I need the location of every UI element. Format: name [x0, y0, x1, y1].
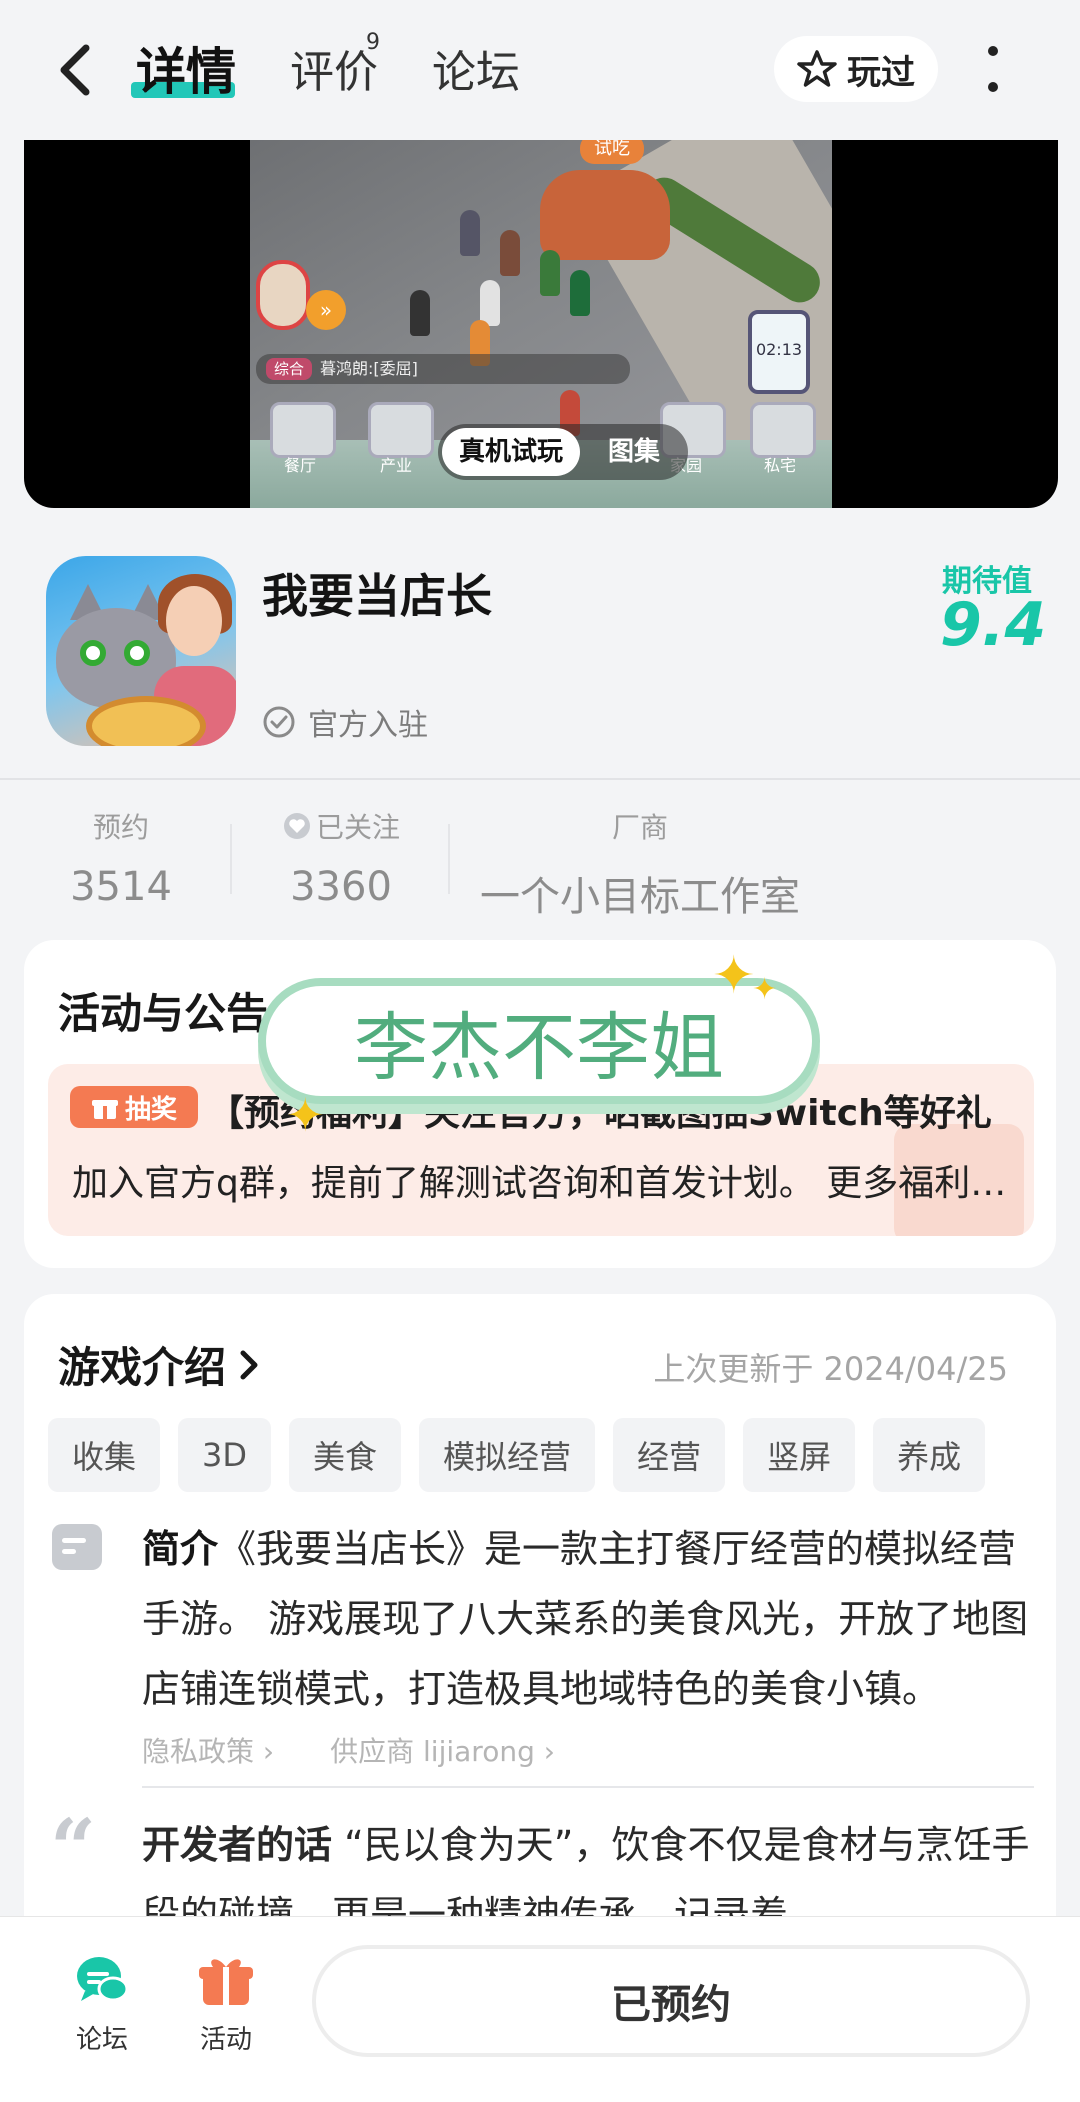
activity-button[interactable]: 活动	[186, 1953, 266, 2056]
tag[interactable]: 养成	[873, 1418, 986, 1492]
sparkle-icon: ✦	[286, 1088, 325, 1142]
intro-links: 隐私政策 › 供应商 lijiarong ›	[142, 1730, 555, 1770]
reviews-count-badge: 9	[366, 30, 380, 55]
tab-gallery[interactable]: 图集	[594, 428, 674, 476]
divider	[142, 1786, 1034, 1788]
intro-summary[interactable]: 简介《我要当店长》是一款主打餐厅经营的模拟经营手游。 游戏展现了八大菜系的美食风…	[142, 1514, 1032, 1724]
official-badge: 官方入驻	[262, 700, 428, 744]
gift-icon	[91, 1100, 118, 1119]
sparkle-icon: ✦	[712, 946, 756, 1006]
chevron-right-icon	[240, 1350, 258, 1379]
tab-live-demo[interactable]: 真机试玩	[442, 428, 580, 476]
dot-icon	[988, 82, 998, 92]
game-app-icon	[46, 556, 236, 746]
tab-forum[interactable]: 论坛	[432, 36, 520, 100]
forum-button[interactable]: 论坛	[62, 1953, 142, 2056]
star-icon	[797, 50, 837, 87]
check-circle-icon	[263, 706, 295, 738]
tab-details[interactable]: 详情	[136, 32, 236, 104]
phone-clock: 02:13	[748, 310, 810, 394]
lottery-tag: 抽奖	[70, 1086, 198, 1128]
media-viewer[interactable]: 试吃 » 综合 暮鸿朗:[委屈] 02:13 餐厅 产业 家园 私宅 真机试玩 图…	[24, 140, 1058, 508]
tab-reviews[interactable]: 评价	[290, 36, 378, 100]
restaurant-icon	[270, 402, 336, 458]
game-title: 我要当店长	[262, 569, 492, 623]
expectation-score: 9.4	[940, 590, 1047, 660]
privacy-policy-link[interactable]: 隐私政策 ›	[142, 1730, 274, 1770]
played-button[interactable]: 玩过	[774, 36, 938, 102]
played-label: 玩过	[847, 52, 915, 93]
tag[interactable]: 3D	[178, 1418, 272, 1492]
quote-icon: “	[50, 1801, 97, 1895]
dot-icon	[988, 46, 998, 56]
tag-list: 收集 3D 美食 模拟经营 经营 竖屏 养成	[48, 1418, 1038, 1492]
stat-followers[interactable]: 已关注 3360	[268, 806, 414, 910]
activity-description: 加入官方q群，提前了解测试咨询和首发计划。 更多福利等你来拿	[72, 1163, 1022, 1204]
back-arrow-icon	[60, 44, 90, 96]
industry-icon	[368, 402, 434, 458]
fast-forward-icon: »	[306, 290, 346, 330]
tag[interactable]: 经营	[613, 1418, 726, 1492]
chat-bubble-icon	[77, 1957, 129, 2002]
top-nav-bar: 详情 评价 9 论坛 玩过	[0, 0, 1080, 140]
back-button[interactable]	[52, 40, 102, 100]
bottom-action-bar: 论坛 活动 已预约	[0, 1916, 1080, 2102]
supplier-link[interactable]: 供应商 lijiarong ›	[330, 1730, 555, 1770]
tag[interactable]: 美食	[289, 1418, 402, 1492]
tag[interactable]: 收集	[48, 1418, 161, 1492]
food-truck-image	[540, 170, 670, 260]
reserved-button[interactable]: 已预约	[312, 1945, 1030, 2057]
tag[interactable]: 模拟经营	[419, 1418, 596, 1492]
sparkle-icon: ✦	[752, 972, 778, 1007]
heart-icon	[283, 813, 310, 839]
update-time: 上次更新于 2024/04/25	[653, 1350, 1008, 1388]
gift-box-icon	[199, 1959, 253, 2005]
activity-section-title: 活动与公告	[58, 989, 269, 1038]
game-intro-card: 游戏介绍 上次更新于 2024/04/25 收集 3D 美食 模拟经营 经营 竖…	[24, 1294, 1056, 1994]
lion-dance-icon	[256, 260, 310, 330]
tag[interactable]: 竖屏	[743, 1418, 856, 1492]
media-type-switcher: 真机试玩 图集	[438, 424, 688, 480]
residence-icon	[750, 402, 816, 458]
divider	[0, 778, 1080, 780]
more-options-button[interactable]	[968, 46, 1018, 92]
intro-title-link[interactable]: 游戏介绍	[58, 1334, 260, 1395]
truck-sign: 试吃	[580, 140, 644, 164]
chat-bar: 综合 暮鸿朗:[委屈]	[256, 354, 630, 384]
document-icon	[52, 1524, 102, 1570]
stat-developer[interactable]: 厂商 一个小目标工作室	[470, 806, 810, 922]
official-label: 官方入驻	[308, 708, 428, 743]
stat-reservations: 预约 3514	[70, 811, 172, 910]
